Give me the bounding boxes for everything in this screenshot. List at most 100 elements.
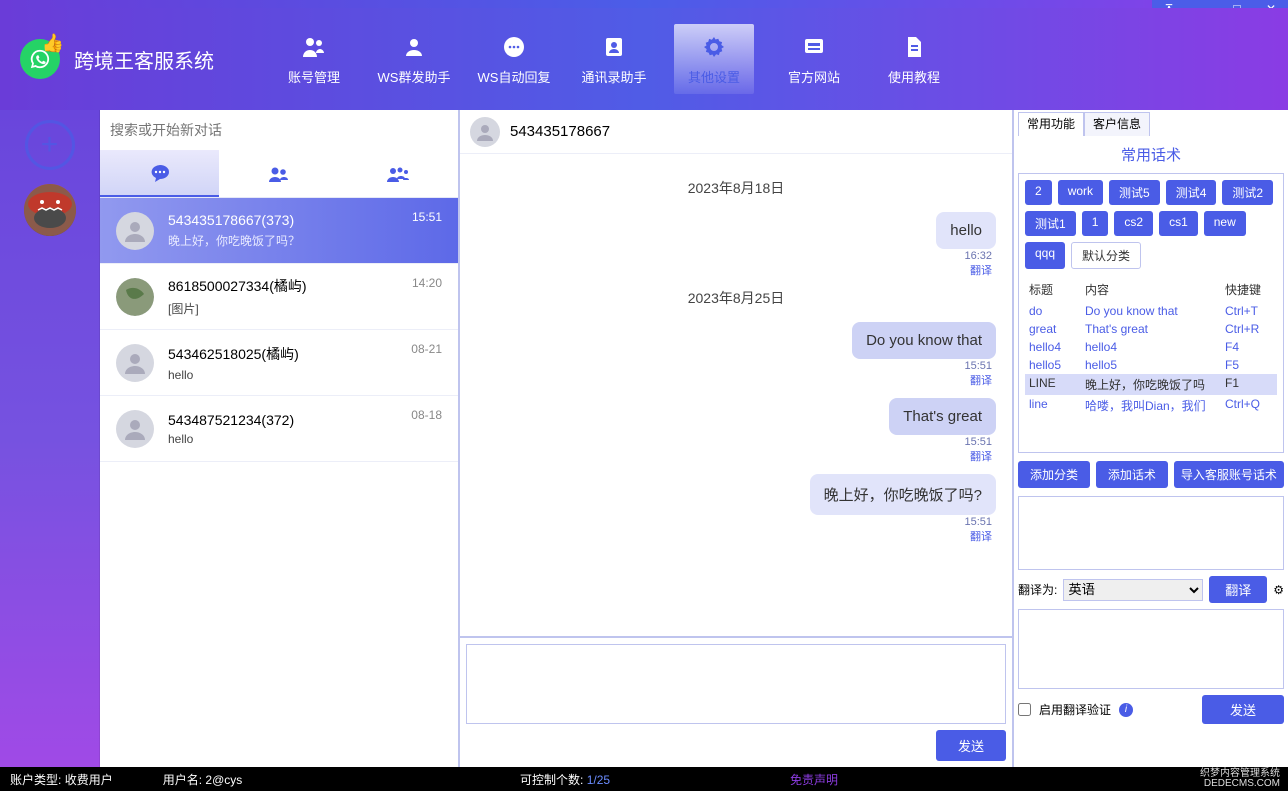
category-tag[interactable]: work bbox=[1058, 180, 1103, 205]
main-nav: 账号管理 WS群发助手 WS自动回复 通讯录助手 其他设置 官方网站 bbox=[274, 24, 954, 94]
category-tag[interactable]: 测试4 bbox=[1166, 180, 1217, 205]
contact-preview: hello bbox=[168, 368, 442, 382]
contact-preview: [图片] bbox=[168, 300, 442, 317]
add-category-button[interactable]: 添加分类 bbox=[1018, 461, 1090, 488]
message-bubble: 晚上好，你吃晚饭了吗? bbox=[810, 474, 996, 515]
category-tag[interactable]: 2 bbox=[1025, 180, 1052, 205]
category-tag[interactable]: 默认分类 bbox=[1071, 242, 1141, 269]
message-time: 15:51 bbox=[964, 436, 992, 448]
app-header: 👍 跨境王客服系统 账号管理 WS群发助手 WS自动回复 通讯录助手 其他 bbox=[0, 8, 1288, 110]
chat-peer-avatar bbox=[470, 117, 500, 147]
rp-tab-customer-info[interactable]: 客户信息 bbox=[1084, 112, 1150, 136]
category-tag[interactable]: 测试1 bbox=[1025, 211, 1076, 236]
nav-tutorial[interactable]: 使用教程 bbox=[874, 24, 954, 94]
search-input[interactable] bbox=[110, 122, 448, 138]
nav-contacts-helper[interactable]: 通讯录助手 bbox=[574, 24, 654, 94]
contacts-panel: 543435178667(373) 晚上好，你吃晚饭了吗？ 15:51 8618500… bbox=[100, 110, 460, 767]
chat-panel: 543435178667 2023年8月18日hello16:32翻译2023年… bbox=[460, 110, 1014, 767]
contact-time: 15:51 bbox=[412, 210, 442, 224]
category-tag[interactable]: 1 bbox=[1082, 211, 1109, 236]
tab-group-chats[interactable] bbox=[219, 150, 338, 197]
contact-time: 08-18 bbox=[411, 408, 442, 422]
script-row[interactable]: greatThat's greatCtrl+R bbox=[1025, 320, 1277, 338]
add-script-button[interactable]: 添加话术 bbox=[1096, 461, 1168, 488]
contact-name: 543435178667(373) bbox=[168, 212, 442, 228]
message-bubble: hello bbox=[936, 212, 996, 249]
group-icon bbox=[267, 164, 291, 184]
script-row[interactable]: hello5hello5F5 bbox=[1025, 356, 1277, 374]
script-content-input[interactable] bbox=[1018, 496, 1284, 570]
chat-dots-icon bbox=[500, 33, 528, 61]
users-icon bbox=[300, 33, 328, 61]
enable-translate-verify-label: 启用翻译验证 bbox=[1039, 701, 1111, 718]
address-book-icon bbox=[600, 33, 628, 61]
translate-lang-select[interactable]: 英语 bbox=[1063, 579, 1203, 601]
account-type-label: 账户类型: bbox=[10, 773, 61, 787]
globe-icon bbox=[800, 33, 828, 61]
contact-item[interactable]: 543462518025(橘屿)hello08-21 bbox=[100, 330, 458, 396]
nav-account-manage[interactable]: 账号管理 bbox=[274, 24, 354, 94]
script-row[interactable]: hello4hello4F4 bbox=[1025, 338, 1277, 356]
info-icon[interactable]: i bbox=[1119, 703, 1133, 717]
message: That's great15:51翻译 bbox=[476, 398, 996, 464]
nav-ws-auto-reply[interactable]: WS自动回复 bbox=[474, 24, 554, 94]
contact-item[interactable]: 543435178667(373) 晚上好，你吃晚饭了吗？ 15:51 bbox=[100, 198, 458, 264]
status-bar: 账户类型: 收费用户 用户名: 2@cys 可控制个数: 1/25 免责声明 织… bbox=[0, 767, 1288, 791]
contact-preview: 晚上好，你吃晚饭了吗？ bbox=[168, 232, 442, 249]
thumbs-up-icon: 👍 bbox=[42, 33, 64, 54]
app-logo-icon: 👍 bbox=[20, 39, 60, 79]
controllable-label: 可控制个数: bbox=[520, 773, 583, 787]
add-button[interactable]: + bbox=[25, 120, 75, 170]
script-row[interactable]: line哈喽，我叫Dian，我们Ctrl+Q bbox=[1025, 395, 1277, 416]
message: hello16:32翻译 bbox=[476, 212, 996, 278]
avatar bbox=[116, 278, 154, 316]
contact-item[interactable]: 543487521234(372)hello08-18 bbox=[100, 396, 458, 462]
contact-name: 543462518025(橘屿) bbox=[168, 344, 442, 364]
category-tag[interactable]: qqq bbox=[1025, 242, 1065, 269]
rp-tab-common[interactable]: 常用功能 bbox=[1018, 112, 1084, 136]
right-panel: 常用功能 客户信息 常用话术 2work测试5测试4测试2测试11cs2cs1n… bbox=[1014, 110, 1288, 767]
script-row[interactable]: doDo you know thatCtrl+T bbox=[1025, 302, 1277, 320]
enable-translate-verify-checkbox[interactable] bbox=[1018, 703, 1031, 716]
category-tag[interactable]: cs1 bbox=[1159, 211, 1198, 236]
message-bubble: That's great bbox=[889, 398, 996, 435]
nav-other-settings[interactable]: 其他设置 bbox=[674, 24, 754, 94]
chat-icon bbox=[149, 163, 171, 183]
translate-button[interactable]: 翻译 bbox=[1209, 576, 1267, 603]
nav-ws-bulk[interactable]: WS群发助手 bbox=[374, 24, 454, 94]
translate-to-label: 翻译为: bbox=[1018, 581, 1057, 598]
translate-link[interactable]: 翻译 bbox=[970, 528, 992, 544]
doc-icon bbox=[900, 33, 928, 61]
translation-output[interactable] bbox=[1018, 609, 1284, 689]
username-value: 2@cys bbox=[205, 773, 242, 787]
message-time: 16:32 bbox=[964, 250, 992, 262]
message-time: 15:51 bbox=[964, 360, 992, 372]
tab-all-contacts[interactable] bbox=[339, 150, 458, 197]
crowd-icon bbox=[385, 164, 411, 184]
category-tag[interactable]: new bbox=[1204, 211, 1246, 236]
message-time: 15:51 bbox=[964, 516, 992, 528]
current-user-avatar[interactable] bbox=[24, 184, 76, 236]
app-title: 跨境王客服系统 bbox=[74, 45, 214, 74]
message: 晚上好，你吃晚饭了吗?15:51翻译 bbox=[476, 474, 996, 544]
rp-send-button[interactable]: 发送 bbox=[1202, 695, 1284, 724]
translate-link[interactable]: 翻译 bbox=[970, 448, 992, 464]
disclaimer-link[interactable]: 免责声明 bbox=[790, 771, 838, 788]
nav-official-site[interactable]: 官方网站 bbox=[774, 24, 854, 94]
script-row[interactable]: LINE晚上好，你吃晚饭了吗F1 bbox=[1025, 374, 1277, 395]
chat-input[interactable] bbox=[466, 644, 1006, 724]
chat-send-button[interactable]: 发送 bbox=[936, 730, 1006, 761]
category-tag[interactable]: cs2 bbox=[1114, 211, 1153, 236]
contact-item[interactable]: 8618500027334(橘屿)[图片]14:20 bbox=[100, 264, 458, 330]
translate-settings-icon[interactable]: ⚙ bbox=[1273, 583, 1284, 597]
username-label: 用户名: bbox=[163, 773, 202, 787]
category-tag[interactable]: 测试2 bbox=[1222, 180, 1273, 205]
script-table-header: 标题 内容 快捷键 bbox=[1025, 277, 1277, 302]
category-tag[interactable]: 测试5 bbox=[1109, 180, 1160, 205]
date-divider: 2023年8月18日 bbox=[476, 178, 996, 198]
tab-direct-chats[interactable] bbox=[100, 150, 219, 197]
translate-link[interactable]: 翻译 bbox=[970, 262, 992, 278]
controllable-value: 1/25 bbox=[587, 773, 610, 787]
import-scripts-button[interactable]: 导入客服账号话术 bbox=[1174, 461, 1284, 488]
translate-link[interactable]: 翻译 bbox=[970, 372, 992, 388]
